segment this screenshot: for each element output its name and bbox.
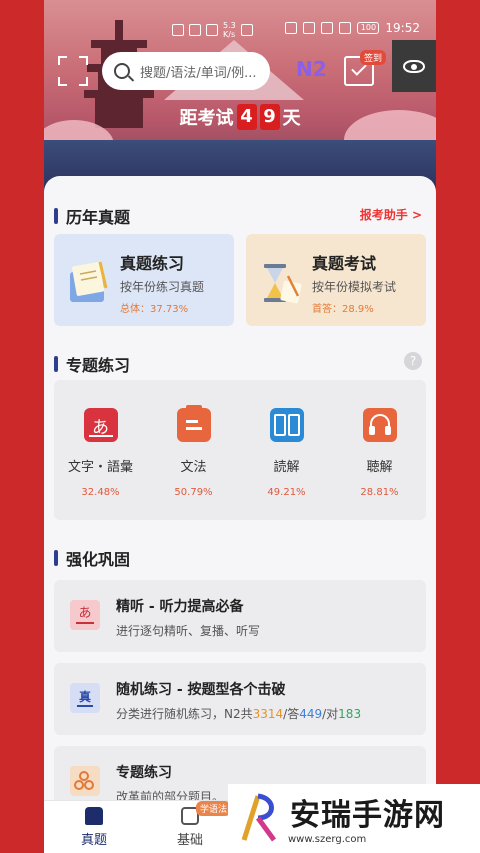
tab-exams[interactable]: 真题 xyxy=(64,807,124,848)
phone-screen: 5.3 K/s 100 19:52 搜题/语法/单词/例... N2 签到 距考… xyxy=(44,0,436,853)
section-header: 专题练习 xyxy=(54,352,130,376)
topic-percent: 32.48% xyxy=(81,487,120,498)
section-title: 专题练习 xyxy=(66,356,131,375)
topic-percent: 28.81% xyxy=(360,487,399,498)
hexagon-icon xyxy=(70,766,100,796)
item-title: 精听 - 听力提高必备 xyxy=(116,599,244,615)
topic-name: 文法 xyxy=(180,460,207,475)
card-title: 真题考试 xyxy=(312,254,377,273)
countdown-digit: 9 xyxy=(259,104,280,130)
topic-percent: 49.21% xyxy=(267,487,306,498)
main-content: 历年真题 报考助手 > 真题练习 按年份练习真题 总体：37.73% 真题考试 … xyxy=(44,176,436,853)
section-header: 历年真题 xyxy=(54,204,130,228)
home-icon xyxy=(85,807,103,825)
signal-icon xyxy=(189,24,201,36)
card-subtitle: 按年份模拟考试 xyxy=(312,280,397,294)
countdown-prefix: 距考试 xyxy=(179,108,234,129)
section-title: 强化巩固 xyxy=(66,550,131,569)
report-helper-link[interactable]: 报考助手 > xyxy=(360,206,422,223)
scan-icon[interactable] xyxy=(58,56,88,86)
topic-vocabulary[interactable]: あ 文字・語彙 32.48% xyxy=(54,408,147,498)
card-rate: 首答：28.9% xyxy=(312,304,374,315)
checkin-badge: 签到 xyxy=(360,50,387,65)
correct-count: 183 xyxy=(338,707,362,721)
eye-icon xyxy=(403,59,425,73)
item-title: 专题练习 xyxy=(116,765,172,781)
practice-card[interactable]: 真题练习 按年份练习真题 总体：37.73% xyxy=(54,234,234,326)
alarm-icon xyxy=(303,22,316,34)
exam-countdown: 距考试 4 9 天 xyxy=(44,104,436,130)
kana-icon: あ xyxy=(83,408,118,442)
answered-count: 449 xyxy=(299,707,323,721)
topic-grammar[interactable]: 文法 50.79% xyxy=(147,405,240,498)
listening-icon: あ xyxy=(70,600,100,630)
item-subtitle: 进行逐句精听、复播、听写 xyxy=(116,624,261,638)
search-icon xyxy=(114,63,130,79)
random-practice-item[interactable]: 真 随机练习 - 按题型各个击破 分类进行随机练习，N2共3314/答449/对… xyxy=(54,663,426,735)
clipboard-icon xyxy=(176,405,211,442)
card-rate: 总体：37.73% xyxy=(120,304,189,315)
topic-grid: あ 文字・語彙 32.48% 文法 50.79% 読解 49.21% 聴解 28… xyxy=(54,380,426,520)
watermark-logo xyxy=(241,793,277,842)
battery-icon: 100 xyxy=(357,22,380,34)
wifi-icon xyxy=(206,24,218,36)
topic-name: 文字・語彙 xyxy=(67,460,133,475)
help-icon[interactable]: ? xyxy=(404,352,422,370)
section-title: 历年真题 xyxy=(66,208,131,227)
card-subtitle: 按年份练习真题 xyxy=(120,280,205,294)
status-bar: 5.3 K/s 100 19:52 xyxy=(44,18,436,42)
hourglass-icon xyxy=(264,264,302,304)
hd-icon xyxy=(172,24,184,36)
document-icon: 真 xyxy=(70,683,100,713)
search-bar[interactable]: 搜题/语法/单词/例... xyxy=(102,52,270,90)
topic-name: 聴解 xyxy=(366,460,393,475)
grammar-badge: 学语法 xyxy=(196,801,232,816)
item-subtitle: 分类进行随机练习，N2共3314/答449/对183 xyxy=(116,707,362,721)
countdown-suffix: 天 xyxy=(282,108,301,129)
top-bar: 搜题/语法/单词/例... N2 签到 xyxy=(44,40,436,92)
topic-name: 読解 xyxy=(273,460,300,475)
topic-listening[interactable]: 聴解 28.81% xyxy=(333,408,426,498)
intensive-listening-item[interactable]: あ 精听 - 听力提高必备 进行逐句精听、复播、听写 xyxy=(54,580,426,652)
net-speed: 5.3 K/s xyxy=(223,21,236,39)
level-selector[interactable]: N2 xyxy=(296,57,327,81)
headphone-icon xyxy=(362,408,397,442)
watermark: 安瑞手游网 www.szerg.com xyxy=(228,784,480,853)
book-icon xyxy=(269,408,304,442)
watermark-title: 安瑞手游网 xyxy=(290,798,445,833)
nfc-icon xyxy=(285,22,298,34)
card-title: 真题练习 xyxy=(120,254,185,273)
eye-toggle-button[interactable] xyxy=(392,40,436,92)
countdown-digit: 4 xyxy=(236,104,257,130)
topic-percent: 50.79% xyxy=(174,487,213,498)
topic-reading[interactable]: 読解 49.21% xyxy=(240,408,333,498)
item-title: 随机练习 - 按题型各个击破 xyxy=(116,682,286,698)
mock-exam-card[interactable]: 真题考试 按年份模拟考试 首答：28.9% xyxy=(246,234,426,326)
section-header: 强化巩固 xyxy=(54,546,130,570)
search-placeholder: 搜题/语法/单词/例... xyxy=(140,65,257,81)
bluetooth-icon xyxy=(321,22,334,34)
total-count: 3314 xyxy=(252,707,284,721)
notebook-icon xyxy=(70,261,108,302)
app-notification-icon xyxy=(240,24,253,36)
watermark-url: www.szerg.com xyxy=(288,834,367,845)
clock: 19:52 xyxy=(385,21,420,35)
vibrate-icon xyxy=(339,22,352,34)
